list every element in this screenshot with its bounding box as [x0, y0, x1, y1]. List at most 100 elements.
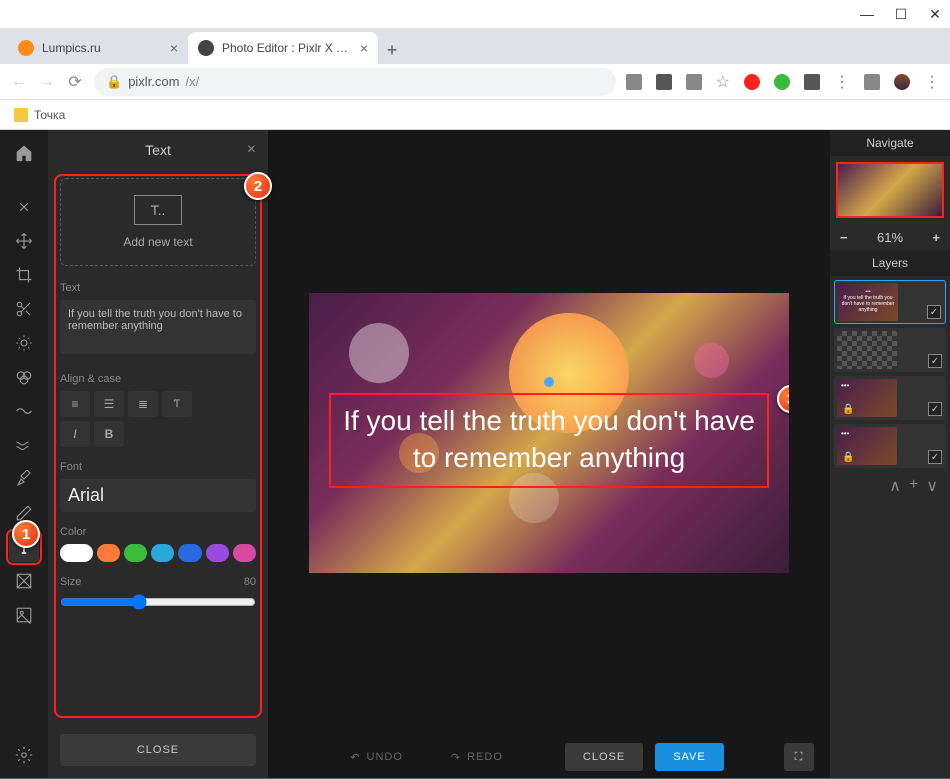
save-button[interactable]: SAVE	[655, 743, 724, 771]
overlay-tool-icon[interactable]	[9, 566, 39, 596]
color-swatch-blue[interactable]	[178, 544, 201, 562]
size-section: Size 80	[60, 576, 256, 615]
arrange-tool-icon[interactable]	[9, 192, 39, 222]
canvas-text-layer[interactable]: If you tell the truth you don't have to …	[329, 393, 769, 488]
bold-button[interactable]: B	[94, 421, 124, 447]
color-swatch-orange[interactable]	[97, 544, 120, 562]
color-swatch-white[interactable]	[60, 544, 93, 562]
tab-label: Photo Editor : Pixlr X - free image	[222, 41, 352, 55]
italic-button[interactable]: I	[60, 421, 90, 447]
window-maximize-icon[interactable]: ☐	[894, 7, 908, 21]
home-icon[interactable]	[9, 138, 39, 168]
user-avatar-icon[interactable]	[894, 74, 910, 90]
text-case-icon[interactable]: Ƭ	[162, 391, 192, 417]
color-swatch-purple[interactable]	[206, 544, 229, 562]
ext-translate-icon[interactable]	[656, 74, 672, 90]
panel-header: Text ×	[48, 130, 268, 170]
annotation-marker-2: 2	[244, 172, 272, 200]
layer-item[interactable]: ••• 🔒 ✓	[834, 376, 946, 420]
annotation-marker-1: 1	[12, 520, 40, 548]
size-label: Size	[60, 576, 81, 588]
canvas-area: 3 If you tell the truth you don't have t…	[268, 130, 830, 778]
adjust-tool-icon[interactable]	[9, 328, 39, 358]
tab-close-icon[interactable]: ×	[170, 40, 178, 56]
browser-menu-icon[interactable]: ⋮	[924, 72, 940, 92]
layer-down-icon[interactable]: ∨	[926, 476, 938, 496]
effects-tool-icon[interactable]	[9, 396, 39, 426]
align-left-icon[interactable]: ≡	[60, 391, 90, 417]
image-tool-icon[interactable]	[9, 600, 39, 630]
layer-visible-checkbox[interactable]: ✓	[927, 305, 941, 319]
color-swatch-green[interactable]	[124, 544, 147, 562]
right-sidebar: Navigate − 61% + Layers •••If you tell t…	[830, 130, 950, 778]
rotate-handle-icon[interactable]	[544, 377, 554, 387]
layer-item[interactable]: ••• 🔒 ✓	[834, 424, 946, 468]
align-label: Align & case	[60, 373, 256, 385]
crop-tool-icon[interactable]	[9, 260, 39, 290]
bookmark-item[interactable]: Точка	[34, 108, 65, 122]
move-tool-icon[interactable]	[9, 226, 39, 256]
color-swatch-cyan[interactable]	[151, 544, 174, 562]
window-titlebar: — ☐ ✕	[0, 0, 950, 28]
ext-icon[interactable]	[686, 74, 702, 90]
panel-title: Text	[145, 142, 171, 158]
layer-visible-checkbox[interactable]: ✓	[928, 354, 942, 368]
ext-icon[interactable]	[804, 74, 820, 90]
cut-tool-icon[interactable]	[9, 294, 39, 324]
layer-visible-checkbox[interactable]: ✓	[928, 402, 942, 416]
panel-close-button[interactable]: CLOSE	[60, 734, 256, 766]
brush-tool-icon[interactable]	[9, 464, 39, 494]
canvas-viewport[interactable]: 3 If you tell the truth you don't have t…	[268, 130, 830, 736]
ext-icon[interactable]: ☆	[716, 72, 730, 92]
close-button[interactable]: CLOSE	[565, 743, 643, 771]
font-select[interactable]: Arial	[60, 479, 256, 512]
url-input[interactable]: 🔒 pixlr.com/x/	[94, 68, 616, 96]
new-tab-button[interactable]: +	[378, 36, 406, 64]
liquify-tool-icon[interactable]	[9, 430, 39, 460]
color-label: Color	[60, 526, 256, 538]
color-swatch-magenta[interactable]	[233, 544, 256, 562]
tab-close-icon[interactable]: ×	[360, 40, 368, 56]
layer-add-icon[interactable]: +	[909, 476, 918, 496]
layer-controls: ∧ + ∨	[834, 472, 946, 500]
lock-icon: 🔒	[842, 404, 852, 414]
ext-menu-icon[interactable]: ⋮	[834, 72, 850, 92]
undo-button[interactable]: ↶ UNDO	[332, 743, 421, 771]
align-section: Align & case ≡ ☰ ≣ Ƭ I B	[60, 373, 256, 447]
layer-up-icon[interactable]: ∧	[889, 476, 901, 496]
nav-reload-icon[interactable]: ⟳	[66, 73, 84, 91]
navigator-preview[interactable]	[836, 162, 944, 218]
align-right-icon[interactable]: ≣	[128, 391, 158, 417]
zoom-controls: − 61% +	[830, 224, 950, 250]
annotation-marker-3: 3	[777, 385, 789, 413]
zoom-value: 61%	[877, 230, 903, 245]
window-minimize-icon[interactable]: —	[860, 7, 874, 21]
window-close-icon[interactable]: ✕	[928, 7, 942, 21]
redo-button[interactable]: ↷ REDO	[433, 743, 521, 771]
expand-icon[interactable]: ⛶	[784, 743, 814, 771]
align-center-icon[interactable]: ☰	[94, 391, 124, 417]
ext-icon[interactable]	[626, 74, 642, 90]
ext-check-icon[interactable]	[774, 74, 790, 90]
layers-list: •••If you tell the truth youdon't have t…	[830, 276, 950, 778]
layer-item[interactable]: ✓	[834, 328, 946, 372]
ext-opera-icon[interactable]	[744, 74, 760, 90]
window: — ☐ ✕ Lumpics.ru × Photo Editor : Pixlr …	[0, 0, 950, 779]
nav-back-icon[interactable]: ←	[10, 73, 28, 91]
zoom-out-button[interactable]: −	[840, 230, 848, 245]
settings-icon[interactable]	[9, 740, 39, 770]
filter-tool-icon[interactable]	[9, 362, 39, 392]
text-input[interactable]	[60, 300, 256, 354]
add-new-text-button[interactable]: T.. Add new text	[60, 178, 256, 266]
layer-visible-checkbox[interactable]: ✓	[928, 450, 942, 464]
bookmark-bar: Точка	[0, 100, 950, 130]
panel-close-icon[interactable]: ×	[247, 141, 256, 159]
zoom-in-button[interactable]: +	[932, 230, 940, 245]
ext-icon[interactable]	[864, 74, 880, 90]
browser-tab-pixlr[interactable]: Photo Editor : Pixlr X - free image ×	[188, 32, 378, 64]
size-slider[interactable]	[60, 594, 256, 610]
browser-tab-lumpics[interactable]: Lumpics.ru ×	[8, 32, 188, 64]
nav-forward-icon[interactable]: →	[38, 73, 56, 91]
canvas-image[interactable]: 3 If you tell the truth you don't have t…	[309, 293, 789, 573]
layer-item[interactable]: •••If you tell the truth youdon't have t…	[834, 280, 946, 324]
